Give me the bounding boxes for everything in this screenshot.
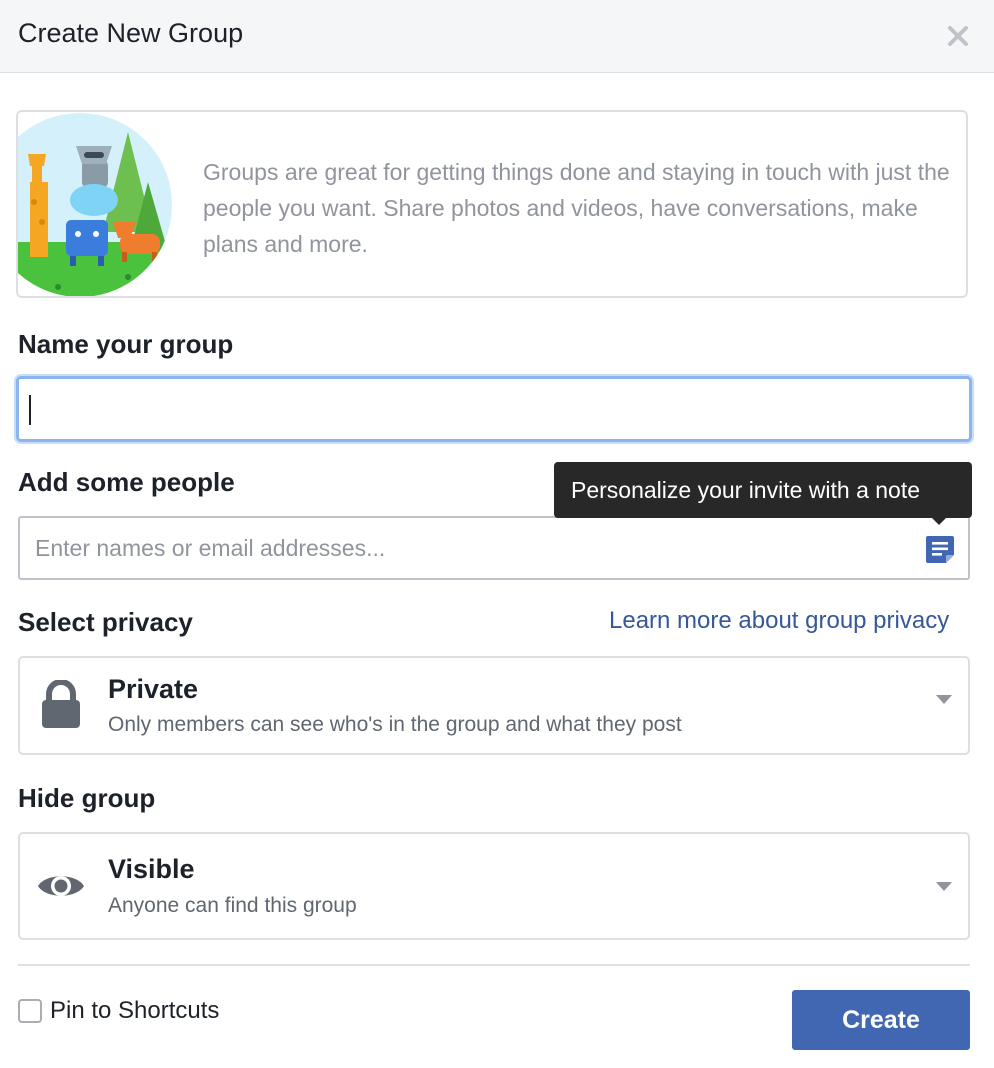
- pin-to-shortcuts-label[interactable]: Pin to Shortcuts: [50, 997, 219, 1025]
- visibility-select[interactable]: Visible Anyone can find this group: [18, 832, 970, 940]
- visibility-selected-desc: Anyone can find this group: [108, 894, 357, 917]
- add-people-input[interactable]: [20, 518, 900, 578]
- select-privacy-label: Select privacy: [18, 607, 193, 637]
- dialog-title: Create New Group: [18, 18, 244, 48]
- note-icon[interactable]: [924, 533, 956, 565]
- privacy-select[interactable]: Private Only members can see who's in th…: [18, 656, 970, 755]
- create-button[interactable]: Create: [792, 990, 970, 1050]
- group-name-field[interactable]: [16, 376, 972, 442]
- name-group-label: Name your group: [18, 329, 234, 359]
- group-illustration: [18, 113, 172, 296]
- footer-divider: [18, 964, 970, 966]
- chevron-down-icon: [936, 882, 952, 891]
- eye-icon: [36, 870, 86, 907]
- dialog-header: Create New Group: [0, 0, 994, 73]
- invite-note-tooltip: Personalize your invite with a note: [554, 462, 972, 518]
- chevron-down-icon: [936, 695, 952, 704]
- privacy-selected-desc: Only members can see who's in the group …: [108, 713, 682, 736]
- intro-card: Groups are great for getting things done…: [16, 110, 968, 298]
- privacy-selected-title: Private: [108, 674, 199, 704]
- add-people-field[interactable]: [18, 516, 970, 580]
- hide-group-label: Hide group: [18, 783, 156, 813]
- tooltip-arrow: [930, 516, 948, 525]
- close-icon[interactable]: [944, 22, 972, 50]
- visibility-selected-title: Visible: [108, 854, 195, 884]
- lock-icon: [40, 679, 82, 735]
- intro-text: Groups are great for getting things done…: [203, 159, 950, 257]
- group-name-input[interactable]: [19, 379, 969, 439]
- add-people-label: Add some people: [18, 467, 235, 497]
- learn-more-privacy-link[interactable]: Learn more about group privacy: [609, 607, 949, 635]
- text-caret: [29, 395, 31, 425]
- pin-to-shortcuts-checkbox[interactable]: [18, 999, 42, 1023]
